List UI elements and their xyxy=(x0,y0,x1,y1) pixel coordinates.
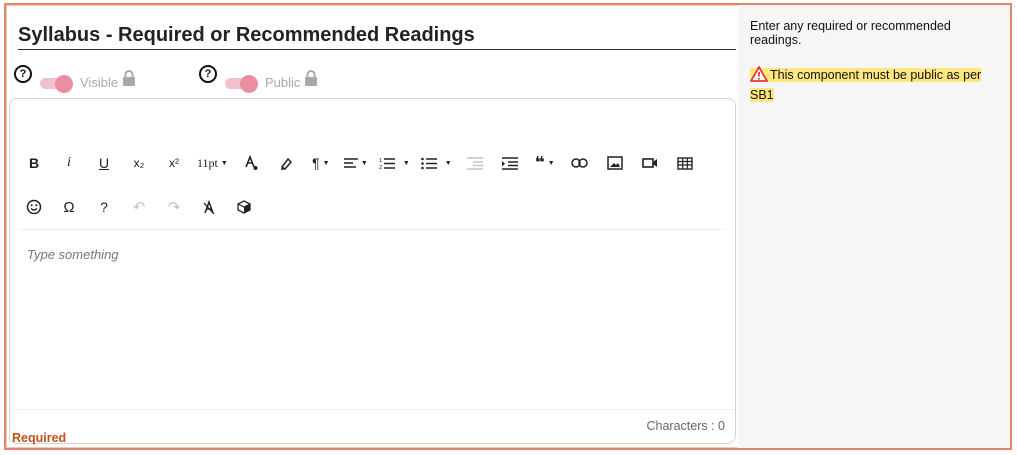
visible-toggle-group: ? Visible xyxy=(14,65,179,100)
ordered-list-icon: 12 xyxy=(379,158,395,170)
link-icon xyxy=(571,158,588,168)
smiley-icon xyxy=(26,199,42,215)
help-text: Enter any required or recommended readin… xyxy=(750,19,951,47)
chevron-down-icon: ▼ xyxy=(322,159,330,167)
help-button[interactable]: ? xyxy=(92,195,116,219)
character-counter: Characters : 0 xyxy=(646,419,725,433)
svg-text:1: 1 xyxy=(379,158,382,164)
chevron-down-icon: ▼ xyxy=(547,159,555,167)
indent-icon xyxy=(501,156,518,170)
chevron-down-icon: ▼ xyxy=(220,159,228,167)
svg-text:2: 2 xyxy=(379,165,382,170)
switch-knob xyxy=(240,75,258,93)
video-icon xyxy=(641,158,657,168)
toolbar-row-1: B i U x₂ x² 11pt ▼ ¶ ▼ ▼ 1 2 ▼ ▼ ❝ ▼ xyxy=(22,151,708,175)
emoticon-button[interactable] xyxy=(22,195,46,219)
highlighter-icon xyxy=(280,157,292,170)
insert-table-button[interactable] xyxy=(673,151,697,175)
public-switch[interactable] xyxy=(225,75,258,93)
underline-button[interactable]: U xyxy=(92,151,116,175)
outdent-icon xyxy=(466,156,483,170)
chevron-down-icon: ▼ xyxy=(360,159,368,167)
insert-component-button[interactable] xyxy=(232,195,256,219)
unordered-list-button[interactable]: ▼ xyxy=(420,151,452,175)
public-label: Public xyxy=(265,74,301,90)
rich-text-editor: B i U x₂ x² 11pt ▼ ¶ ▼ ▼ 1 2 ▼ ▼ ❝ ▼ Ω ?… xyxy=(9,98,736,444)
undo-button[interactable]: ↶ xyxy=(127,195,151,219)
superscript-button[interactable]: x² xyxy=(162,151,186,175)
help-sidebar: Enter any required or recommended readin… xyxy=(738,5,1010,448)
help-icon[interactable]: ? xyxy=(14,65,32,83)
redo-button[interactable]: ↷ xyxy=(162,195,186,219)
chevron-down-icon: ▼ xyxy=(444,159,452,167)
insert-link-button[interactable] xyxy=(568,151,592,175)
visible-label: Visible xyxy=(80,74,119,90)
toolbar-divider xyxy=(20,229,725,230)
warning-icon xyxy=(750,66,768,82)
align-button[interactable]: ▼ xyxy=(343,151,368,175)
editor-panel: Syllabus - Required or Recommended Readi… xyxy=(6,5,744,448)
toolbar-row-2: Ω ? ↶ ↷ xyxy=(22,195,267,219)
image-icon xyxy=(606,156,623,170)
toggle-row: ? Visible ? Public xyxy=(14,65,374,100)
public-toggle-group: ? Public xyxy=(199,65,359,100)
lock-icon xyxy=(305,70,318,86)
ordered-list-button[interactable]: 1 2 ▼ xyxy=(379,151,410,175)
component-frame: Syllabus - Required or Recommended Readi… xyxy=(4,3,1012,450)
subscript-button[interactable]: x₂ xyxy=(127,151,151,175)
bullet-list-icon xyxy=(420,157,437,169)
font-size-value: 11pt xyxy=(197,155,218,170)
chevron-down-icon: ▼ xyxy=(402,159,410,167)
cube-icon xyxy=(237,200,251,214)
warning-text: This component must be public as per SB1 xyxy=(750,68,982,102)
indent-button[interactable] xyxy=(498,151,522,175)
warning-highlight: This component must be public as per SB1 xyxy=(750,66,982,102)
bold-button[interactable]: B xyxy=(22,151,46,175)
italic-button[interactable]: i xyxy=(57,151,81,175)
help-icon[interactable]: ? xyxy=(199,65,217,83)
text-color-button[interactable] xyxy=(239,151,263,175)
font-size-dropdown[interactable]: 11pt ▼ xyxy=(197,151,228,175)
highlight-button[interactable] xyxy=(274,151,298,175)
insert-video-button[interactable] xyxy=(638,151,662,175)
table-icon xyxy=(677,156,693,170)
editor-content-area[interactable]: Type something xyxy=(27,247,119,262)
clear-formatting-icon xyxy=(203,199,215,214)
page-title: Syllabus - Required or Recommended Readi… xyxy=(18,24,736,50)
insert-image-button[interactable] xyxy=(603,151,627,175)
required-indicator: Required xyxy=(12,431,67,445)
special-characters-button[interactable]: Ω xyxy=(57,195,81,219)
text-color-icon xyxy=(245,155,258,170)
paragraph-format-button[interactable]: ¶ ▼ xyxy=(309,151,333,175)
switch-knob xyxy=(55,75,73,93)
align-left-icon xyxy=(343,158,358,168)
clear-formatting-button[interactable] xyxy=(197,195,221,219)
outdent-button[interactable] xyxy=(463,151,487,175)
visible-switch[interactable] xyxy=(40,75,73,93)
editor-footer-divider xyxy=(10,409,735,410)
lock-icon xyxy=(123,70,136,86)
warning-message: This component must be public as per SB1 xyxy=(750,65,1000,105)
quote-button[interactable]: ❝ ▼ xyxy=(533,151,557,175)
